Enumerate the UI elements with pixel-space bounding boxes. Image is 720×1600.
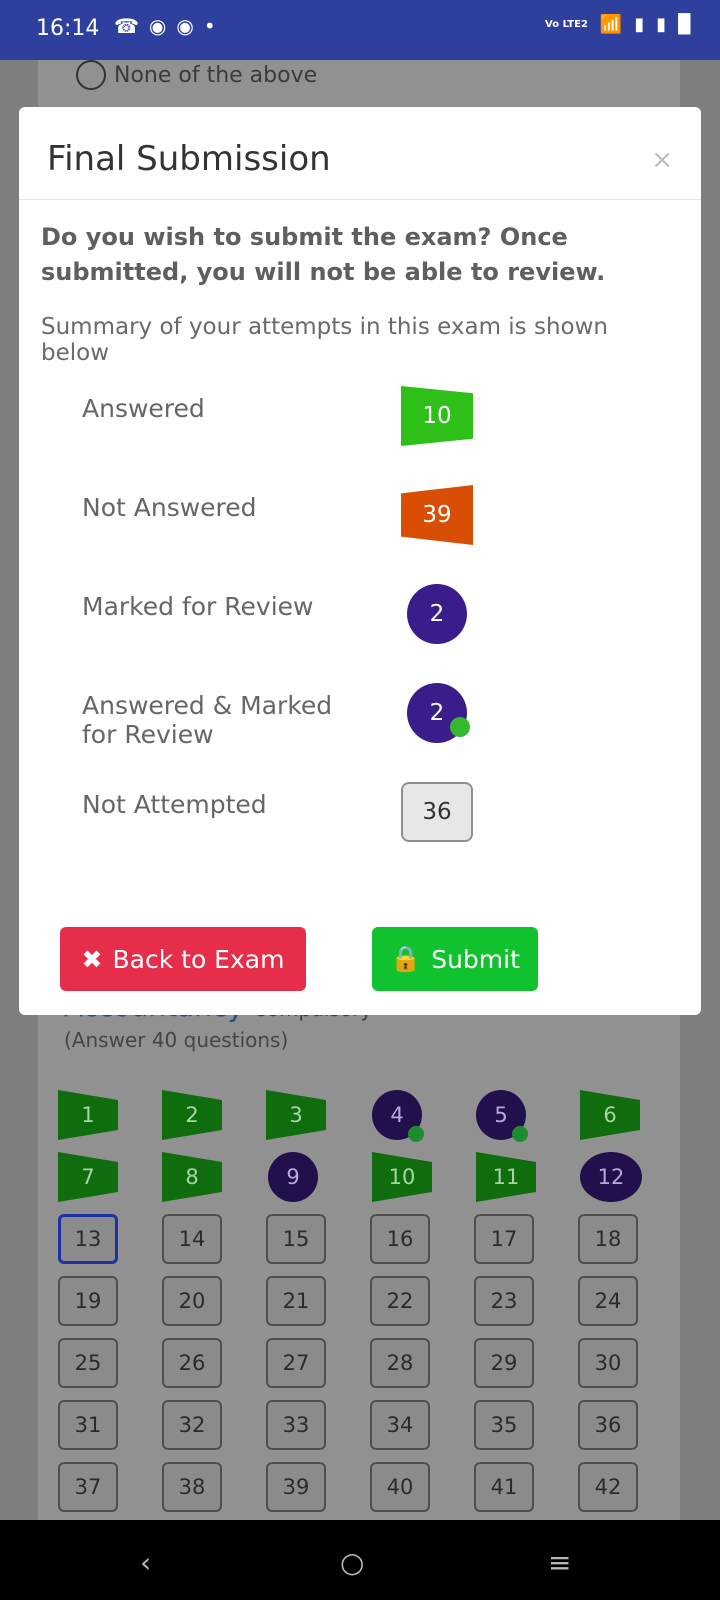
not-attempted-badge: 36 [401, 782, 473, 842]
question-4: 4 [372, 1090, 424, 1142]
question-28: 28 [370, 1338, 430, 1388]
answer-option-text: None of the above [114, 62, 318, 88]
question-18: 18 [578, 1214, 638, 1264]
call-icon: ☎ [114, 14, 139, 38]
question-21: 21 [266, 1276, 326, 1326]
app-notification-icon: ◉ [148, 14, 167, 38]
back-to-exam-button[interactable]: ✖ Back to Exam [60, 927, 306, 991]
question-33: 33 [266, 1400, 326, 1450]
summary-note: Summary of your attempts in this exam is… [41, 314, 608, 366]
status-time: 16:14 [36, 16, 100, 41]
lock-icon: 🔒 [390, 944, 422, 973]
answered-badge: 10 [401, 386, 473, 446]
not-answered-badge: 39 [401, 485, 473, 545]
network-label: Vo LTE2 [545, 19, 588, 30]
question-23: 23 [474, 1276, 534, 1326]
question-25: 25 [58, 1338, 118, 1388]
question-19: 19 [58, 1276, 118, 1326]
marked-answer-icon [450, 717, 470, 737]
modal-actions: ✖ Back to Exam 🔒 Submit [60, 927, 700, 991]
question-9: 9 [268, 1152, 318, 1202]
mark-icon [408, 1126, 424, 1142]
question-32: 32 [162, 1400, 222, 1450]
signal-icon: ▮ [634, 14, 645, 35]
question-39: 39 [266, 1462, 326, 1512]
answered-marked-badge: 2 [407, 683, 470, 743]
question-24: 24 [578, 1276, 638, 1326]
radio-icon [76, 60, 106, 90]
summary-row-answered: Answered 10 [41, 366, 679, 465]
back-to-exam-label: Back to Exam [112, 944, 285, 974]
question-41: 41 [474, 1462, 534, 1512]
question-36: 36 [578, 1400, 638, 1450]
dot-icon: • [203, 14, 216, 38]
question-20: 20 [162, 1276, 222, 1326]
marked-review-badge: 2 [407, 584, 467, 644]
question-15: 15 [266, 1214, 326, 1264]
status-right-icons: Vo LTE2 📶 ▮ ▮ ▉ [545, 14, 692, 35]
home-icon[interactable]: ○ [340, 1546, 364, 1579]
submit-label: Submit [431, 944, 520, 974]
app-notification-icon-2: ◉ [176, 14, 194, 38]
modal-title: Final Submission [47, 139, 331, 179]
summary-row-not-answered: Not Answered 39 [41, 465, 679, 564]
android-navigation-bar: ‹ ○ ≡ [0, 1520, 720, 1600]
question-38: 38 [162, 1462, 222, 1512]
submit-button[interactable]: 🔒 Submit [372, 927, 538, 991]
battery-icon: ▉ [678, 14, 692, 35]
question-35: 35 [474, 1400, 534, 1450]
final-submission-modal: Final Submission × Do you wish to submit… [19, 107, 701, 1015]
section-subtitle: (Answer 40 questions) [64, 1028, 289, 1052]
question-26: 26 [162, 1338, 222, 1388]
status-bar: 16:14 ☎ ◉ ◉ • Vo LTE2 📶 ▮ ▮ ▉ [0, 0, 720, 60]
question-17: 17 [474, 1214, 534, 1264]
question-22: 22 [370, 1276, 430, 1326]
question-29: 29 [474, 1338, 534, 1388]
question-42: 42 [578, 1462, 638, 1512]
question-12: 12 [580, 1152, 642, 1202]
menu-icon[interactable]: ≡ [548, 1546, 571, 1579]
summary-row-answered-marked: Answered & Marked for Review 2 [41, 663, 679, 762]
question-31: 31 [58, 1400, 118, 1450]
question-13: 13 [58, 1214, 118, 1264]
answer-option: None of the above [76, 60, 317, 90]
question-37: 37 [58, 1462, 118, 1512]
question-27: 27 [266, 1338, 326, 1388]
summary-row-marked: Marked for Review 2 [41, 564, 679, 663]
signal-icon-2: ▮ [656, 14, 667, 35]
status-left-icons: ☎ ◉ ◉ • [114, 14, 216, 38]
question-5: 5 [476, 1090, 528, 1142]
wifi-icon: 📶 [599, 14, 623, 35]
question-14: 14 [162, 1214, 222, 1264]
question-34: 34 [370, 1400, 430, 1450]
question-30: 30 [578, 1338, 638, 1388]
question-40: 40 [370, 1462, 430, 1512]
modal-header: Final Submission × [19, 107, 701, 200]
mark-icon [512, 1126, 528, 1142]
close-icon[interactable]: × [651, 145, 673, 175]
summary-row-not-attempted: Not Attempted 36 [41, 762, 679, 861]
back-icon[interactable]: ‹ [140, 1546, 151, 1579]
close-icon: ✖ [81, 944, 103, 974]
question-16: 16 [370, 1214, 430, 1264]
confirmation-message: Do you wish to submit the exam? Once sub… [41, 223, 606, 286]
modal-body: Do you wish to submit the exam? Once sub… [19, 200, 701, 881]
